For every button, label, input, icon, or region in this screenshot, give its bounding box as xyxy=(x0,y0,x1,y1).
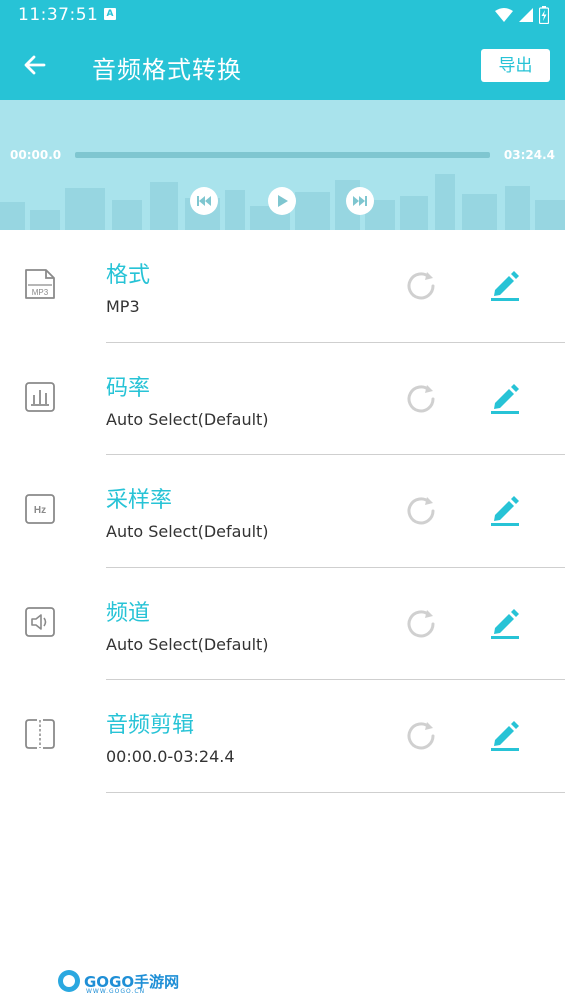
export-button[interactable]: 导出 xyxy=(481,49,550,82)
watermark: GOGO手游网 WWW.GOGO.CN xyxy=(58,966,179,996)
divider xyxy=(106,791,565,793)
reset-icon[interactable] xyxy=(403,718,439,754)
wifi-icon xyxy=(495,8,513,22)
setting-label: 频道 xyxy=(106,600,151,626)
previous-button[interactable] xyxy=(190,187,218,215)
reset-icon[interactable] xyxy=(403,493,439,529)
edit-icon[interactable] xyxy=(487,379,523,415)
status-time: 11:37:51 xyxy=(18,5,99,25)
bitrate-chart-icon xyxy=(25,381,55,412)
watermark-logo-icon xyxy=(58,970,80,992)
mp3-badge-text: MP3 xyxy=(32,288,49,297)
watermark-subtext: WWW.GOGO.CN xyxy=(86,988,146,995)
setting-value: 00:00.0-03:24.4 xyxy=(106,747,235,766)
audio-player: 00:00.0 03:24.4 xyxy=(0,100,565,230)
hz-icon: Hz xyxy=(25,494,55,524)
reset-icon[interactable] xyxy=(403,381,439,417)
reset-icon[interactable] xyxy=(403,606,439,642)
notification-icon: A xyxy=(104,8,116,20)
hz-badge-text: Hz xyxy=(34,505,46,516)
setting-label: 码率 xyxy=(106,375,151,401)
setting-value: Auto Select(Default) xyxy=(106,522,269,541)
next-icon xyxy=(353,196,367,206)
signal-icon xyxy=(519,8,533,22)
settings-list: MP3 格式 MP3 码率 Auto Select(Default) Hz 采样… xyxy=(0,230,565,793)
setting-row-channel[interactable]: 频道 Auto Select(Default) xyxy=(0,568,565,680)
edit-icon[interactable] xyxy=(487,266,523,302)
setting-row-clip[interactable]: 音频剪辑 00:00.0-03:24.4 xyxy=(0,680,565,793)
setting-label: 格式 xyxy=(106,263,151,288)
setting-row-bitrate[interactable]: 码率 Auto Select(Default) xyxy=(0,343,565,455)
edit-icon[interactable] xyxy=(487,716,523,752)
battery-icon xyxy=(539,6,549,24)
app-bar: 音频格式转换 导出 xyxy=(0,30,565,100)
edit-icon[interactable] xyxy=(487,604,523,640)
total-time: 03:24.4 xyxy=(503,148,555,162)
reset-icon[interactable] xyxy=(403,268,439,304)
edit-icon[interactable] xyxy=(487,491,523,527)
setting-label: 采样率 xyxy=(106,488,173,513)
setting-value: Auto Select(Default) xyxy=(106,409,269,429)
setting-label: 音频剪辑 xyxy=(106,713,195,738)
setting-row-format[interactable]: MP3 格式 MP3 xyxy=(0,230,565,343)
speaker-icon xyxy=(25,606,55,637)
current-time: 00:00.0 xyxy=(10,148,62,162)
play-icon xyxy=(278,195,288,207)
setting-value: MP3 xyxy=(106,297,140,316)
setting-row-sample-rate[interactable]: Hz 采样率 Auto Select(Default) xyxy=(0,455,565,568)
next-button[interactable] xyxy=(346,187,374,215)
progress-track[interactable] xyxy=(75,152,490,158)
arrow-left-icon[interactable] xyxy=(22,52,48,78)
status-bar: 11:37:51 A xyxy=(0,0,565,30)
previous-icon xyxy=(197,196,211,206)
mp3-file-icon: MP3 xyxy=(25,269,55,299)
page-title: 音频格式转换 xyxy=(92,56,242,84)
play-button[interactable] xyxy=(268,187,296,215)
setting-value: Auto Select(Default) xyxy=(106,634,269,654)
status-icons xyxy=(495,5,549,25)
trim-icon xyxy=(25,719,55,749)
